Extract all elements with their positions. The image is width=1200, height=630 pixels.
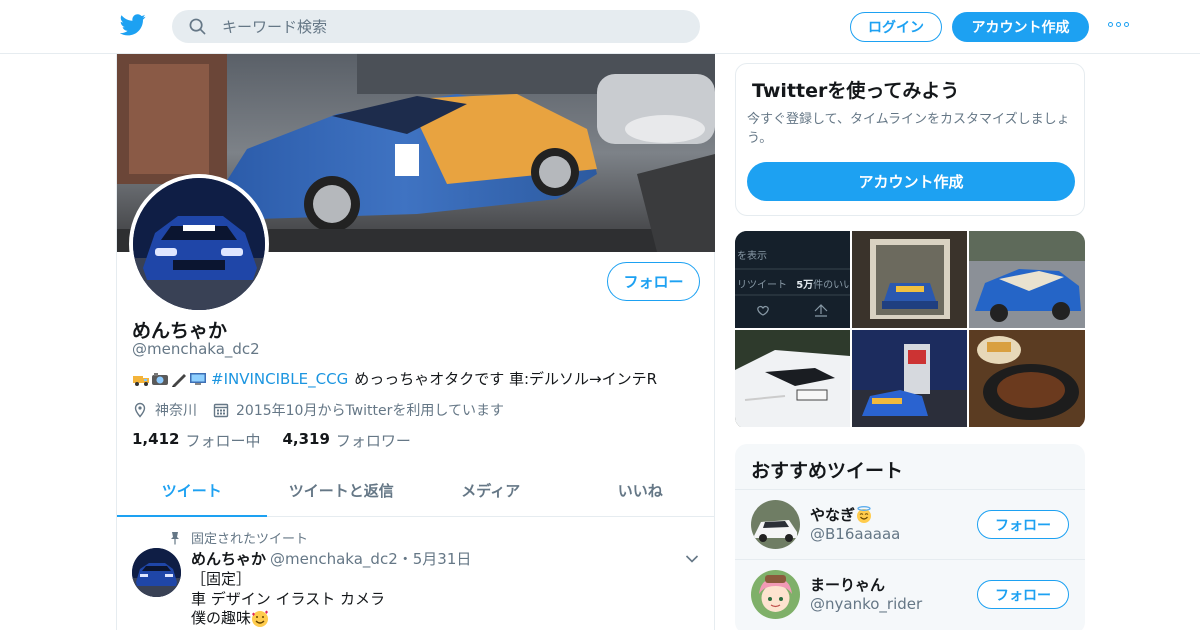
pen-emoji	[172, 373, 186, 387]
bio-hashtag-link[interactable]: #INVINCIBLE_CCG	[211, 370, 348, 388]
pinned-label-text: 固定されたツイート	[191, 532, 309, 547]
tweet-body: ［固定］ 車 デザイン イラスト カメラ 僕の趣味	[191, 570, 385, 629]
top-navigation-bar: ログイン アカウント作成	[0, 0, 1200, 54]
profile-name: めんちゃか	[132, 320, 228, 342]
more-dots-icon[interactable]	[1108, 22, 1130, 30]
followers-count[interactable]: 4,319	[282, 430, 329, 451]
smiling-hearts-emoji	[252, 610, 269, 627]
location-pin-icon	[134, 402, 146, 418]
signup-prompt-card: Twitterを使ってみよう 今すぐ登録して、タイムラインをカスタマイズしましょ…	[735, 63, 1085, 216]
media-thumbnail[interactable]	[735, 330, 850, 427]
media-photo-garage	[852, 231, 967, 328]
media-thumbnail[interactable]	[969, 231, 1085, 328]
followers-label[interactable]: フォロワー	[336, 430, 411, 451]
pinned-tweet-label: 固定されたツイート	[169, 528, 308, 547]
media-photo-gas-station	[852, 330, 967, 427]
media-thumbnail[interactable]	[852, 231, 967, 328]
login-button[interactable]: ログイン	[850, 12, 942, 42]
profile-tabs: ツイート ツイートと返信 メディア いいね	[117, 464, 715, 517]
signup-button[interactable]: アカウント作成	[952, 12, 1089, 42]
bio-text: めっっちゃオタクです 車:デルソル→インテR	[354, 370, 658, 388]
media-thumbnail[interactable]: を表示 リツイート 5万件のいいね	[735, 231, 850, 328]
profile-location: 神奈川	[155, 403, 197, 419]
following-count[interactable]: 1,412	[132, 430, 179, 451]
signup-card-title: Twitterを使ってみよう	[752, 80, 960, 102]
avatar-photo	[133, 178, 265, 310]
profile-avatar[interactable]	[129, 174, 269, 314]
profile-bio: #INVINCIBLE_CCG めっっちゃオタクです 車:デルソル→インテR	[132, 368, 657, 389]
recommended-handle[interactable]: @B16aaaaa	[810, 525, 900, 543]
twitter-bird-icon[interactable]	[120, 13, 146, 37]
truck-emoji	[133, 375, 149, 386]
recommended-name-text[interactable]: やなぎ	[810, 504, 855, 525]
tab-tweets-and-replies[interactable]: ツイートと返信	[267, 464, 417, 516]
tweet-avatar-photo	[132, 548, 181, 597]
recommended-account-item[interactable]: やなぎ @B16aaaaa フォロー	[735, 489, 1085, 558]
recommended-avatar[interactable]	[751, 500, 800, 549]
media-likes-label: 件のいいね	[813, 280, 850, 291]
media-thumbnail[interactable]	[969, 330, 1085, 427]
search-box[interactable]	[172, 10, 700, 43]
signup-card-text: 今すぐ登録して、タイムラインをカスタマイズしましょう。	[747, 112, 1070, 146]
camera-emoji	[152, 372, 168, 385]
following-label[interactable]: フォロー中	[185, 430, 260, 451]
search-icon	[189, 18, 206, 35]
tweet-header: めんちゃか @menchaka_dc2・5月31日	[191, 548, 471, 569]
recommended-avatar[interactable]	[751, 570, 800, 619]
recommended-follow-button[interactable]: フォロー	[977, 580, 1069, 609]
tweet-author-avatar[interactable]	[132, 548, 181, 597]
recommended-handle[interactable]: @nyanko_rider	[810, 595, 922, 613]
tab-tweets[interactable]: ツイート	[117, 464, 267, 517]
tweet-author-handle-date[interactable]: @menchaka_dc2・5月31日	[270, 548, 471, 569]
recommended-follow-button[interactable]: フォロー	[977, 510, 1069, 539]
tweet-line-text: 僕の趣味	[191, 609, 252, 627]
tweet-author-name[interactable]: めんちゃか	[191, 548, 266, 569]
calendar-icon	[213, 403, 229, 418]
media-likes-count: 5万	[796, 280, 814, 291]
tweet-line: ［固定］	[191, 570, 252, 588]
photos-and-videos-grid: を表示 リツイート 5万件のいいね	[735, 231, 1085, 429]
tab-likes[interactable]: いいね	[566, 464, 716, 516]
media-thumbnail[interactable]	[852, 330, 967, 427]
profile-stats: 1,412 フォロー中 4,319 フォロワー	[132, 430, 433, 451]
media-photo-blue-car	[969, 231, 1085, 328]
media-text-show: を表示	[737, 251, 767, 262]
tab-media[interactable]: メディア	[416, 464, 566, 516]
tweet-line: 僕の趣味	[191, 609, 385, 629]
chevron-down-icon[interactable]	[685, 554, 699, 564]
bio-emoji-group	[132, 371, 207, 387]
signup-card-button[interactable]: アカウント作成	[747, 162, 1075, 201]
media-photo-steak	[969, 330, 1085, 427]
recommended-name[interactable]: まーりゃん	[810, 574, 885, 595]
recommended-account-item[interactable]: まーりゃん @nyanko_rider フォロー	[735, 559, 1085, 628]
profile-join-date: 2015年10月からTwitterを利用しています	[236, 403, 504, 419]
profile-column: フォロー めんちゃか @menchaka_dc2 #INVINCIBLE_CCG…	[116, 54, 715, 630]
search-input[interactable]	[222, 10, 682, 43]
recommended-name[interactable]: やなぎ	[810, 504, 873, 525]
media-photo-white-car	[735, 330, 850, 427]
pin-icon	[171, 531, 179, 544]
profile-meta: 神奈川 2015年10月からTwitterを利用しています	[132, 400, 504, 420]
follow-button[interactable]: フォロー	[607, 262, 700, 301]
recommended-title: おすすめツイート	[751, 460, 904, 482]
recommended-tweets-panel: おすすめツイート やなぎ @B16aaaaa フォロー まーりゃん @nyank…	[735, 444, 1085, 630]
recommended-avatar-photo	[751, 500, 800, 549]
profile-handle[interactable]: @menchaka_dc2	[132, 340, 260, 358]
media-text-retweets: リツイート 5万件のいいね	[737, 276, 850, 291]
media-retweets-label: リツイート	[737, 280, 787, 291]
tweet-line: 車 デザイン イラスト カメラ	[191, 589, 386, 608]
recommended-avatar-illustration	[751, 570, 800, 619]
computer-emoji	[190, 372, 206, 385]
halo-smile-emoji	[857, 505, 872, 523]
